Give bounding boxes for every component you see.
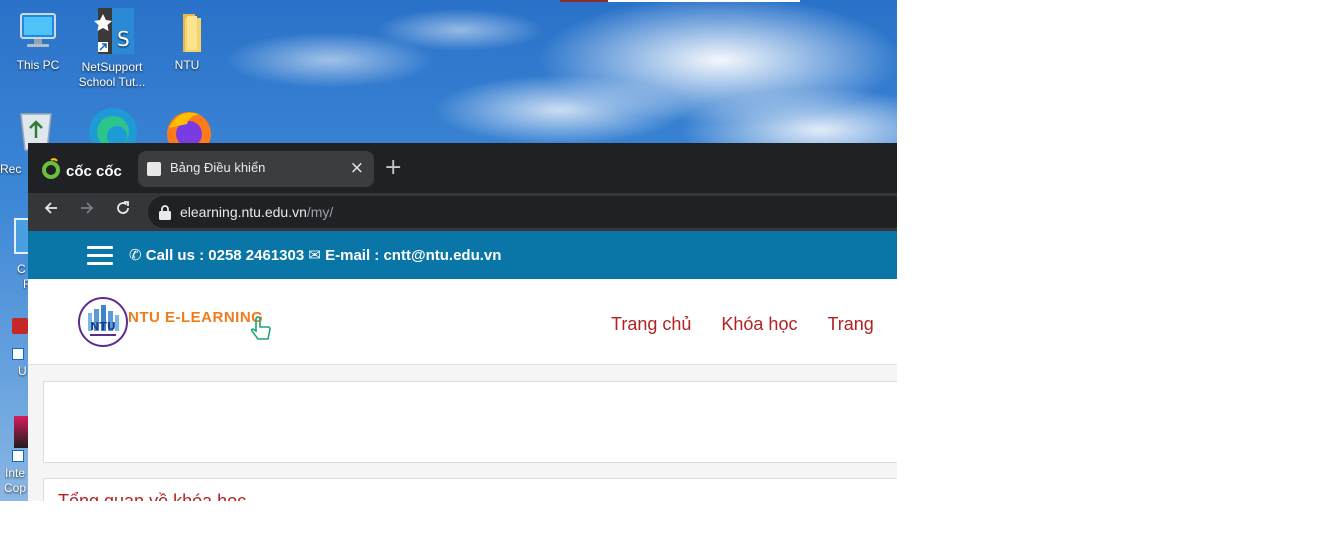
main-nav: Trang chủ Khóa học Trang: [611, 314, 874, 335]
hamburger-menu-icon[interactable]: [87, 246, 113, 265]
desktop-icon-this-pc[interactable]: This PC: [3, 10, 73, 73]
page-favicon-icon: [147, 162, 161, 176]
web-page: ✆ Call us : 0258 2461303 ✉ E-mail : cntt…: [28, 231, 897, 501]
coccoc-brand[interactable]: cốc cốc: [40, 158, 122, 184]
shortcut-arrow-icon: [12, 450, 24, 462]
window-edge-fragment: [560, 0, 608, 2]
desktop-icon-netsupport[interactable]: S NetSupport School Tut...: [77, 6, 147, 90]
svg-text:S: S: [117, 27, 130, 51]
site-header: NTU NTU E-LEARNING Trang chủ Khóa học Tr…: [28, 279, 897, 365]
new-tab-button[interactable]: +: [384, 155, 402, 180]
folder-icon: [165, 10, 209, 54]
desktop-icon-label: This PC: [16, 58, 60, 72]
computer-icon: [16, 10, 60, 54]
call-us-text: Call us : 0258 2461303: [145, 247, 305, 264]
section-title: Tổng quan về khóa học: [58, 491, 247, 501]
contact-bar: ✆ Call us : 0258 2461303 ✉ E-mail : cntt…: [28, 231, 897, 279]
shortcut-arrow-icon: [12, 348, 24, 360]
netsupport-icon: S: [88, 6, 136, 56]
desktop-icon-label: NTU: [174, 58, 200, 72]
browser-toolbar: elearning.ntu.edu.vn/my/: [28, 193, 897, 231]
contact-info: ✆ Call us : 0258 2461303 ✉ E-mail : cntt…: [129, 246, 501, 264]
desktop-icon-fragment: Rec: [0, 162, 22, 176]
ntu-logo[interactable]: NTU: [78, 297, 128, 347]
brand-name: cốc cốc: [66, 162, 122, 180]
desktop-icon-ntu-folder[interactable]: NTU: [152, 10, 222, 73]
email-text[interactable]: E-mail : cntt@ntu.edu.vn: [325, 247, 501, 264]
url-path: /my/: [306, 204, 334, 220]
url-domain: elearning.ntu.edu.vn: [180, 204, 307, 220]
course-overview-card: Tổng quan về khóa học: [43, 478, 897, 501]
forward-arrow-icon[interactable]: [78, 199, 96, 222]
app-icon-fragment: [12, 318, 28, 334]
desktop: This PC S NetSupport School Tut... NTU R…: [0, 0, 897, 501]
site-name[interactable]: NTU E-LEARNING: [128, 309, 263, 326]
tab-title: Bảng Điều khiển: [170, 160, 266, 175]
nav-link-courses[interactable]: Khóa học: [721, 314, 797, 335]
browser-window[interactable]: cốc cốc Bảng Điều khiển × + elearning.nt…: [28, 143, 897, 501]
address-bar[interactable]: elearning.ntu.edu.vn/my/: [148, 196, 897, 228]
coccoc-logo-icon: [40, 158, 62, 184]
app-icon-fragment: [14, 416, 28, 448]
tab-strip: cốc cốc Bảng Điều khiển × +: [28, 143, 897, 193]
url-text[interactable]: elearning.ntu.edu.vn/my/: [180, 204, 333, 220]
pointer-hand-icon: [248, 315, 276, 347]
phone-icon: ✆: [129, 247, 142, 264]
back-arrow-icon[interactable]: [42, 199, 60, 222]
tab-active[interactable]: Bảng Điều khiển ×: [138, 151, 374, 187]
nav-link-pages[interactable]: Trang: [827, 314, 873, 335]
nav-link-home[interactable]: Trang chủ: [611, 314, 691, 335]
desktop-icon-label: NetSupport School Tut...: [78, 60, 146, 89]
close-icon[interactable]: ×: [350, 158, 364, 178]
reload-icon[interactable]: [114, 199, 132, 222]
envelope-icon: ✉: [308, 247, 321, 264]
content-card: [43, 381, 897, 463]
logo-badge: NTU: [90, 320, 116, 333]
lock-icon[interactable]: [158, 204, 172, 224]
